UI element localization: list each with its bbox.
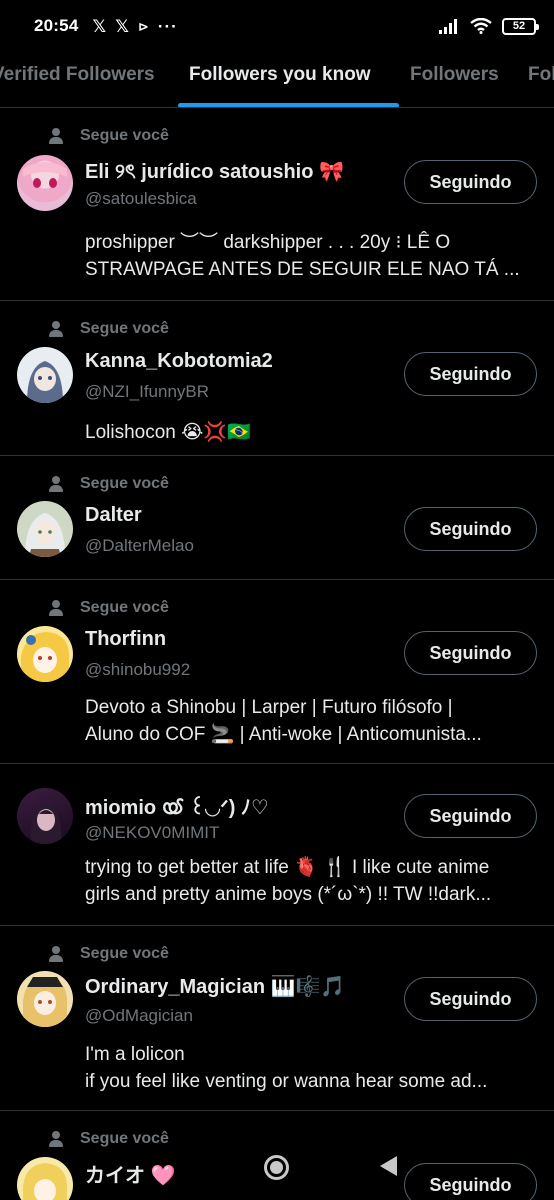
status-bar: 20:54 𝕏 𝕏 ⊳ ··· 52 <box>0 0 554 52</box>
follows-you-row: Segue você <box>48 475 169 493</box>
wifi-icon <box>470 18 492 34</box>
avatar[interactable] <box>17 626 73 682</box>
battery-icon: 52 <box>502 17 539 35</box>
person-icon <box>48 321 64 337</box>
tab-followers-you-know[interactable]: Followers you know <box>189 64 371 86</box>
follows-you-label: Segue você <box>80 127 169 144</box>
avatar[interactable] <box>17 501 73 557</box>
bio-line: girls and pretty anime boys (*´ω`*) !! T… <box>85 884 492 905</box>
follows-you-row: Segue você <box>48 945 169 963</box>
user-handle[interactable]: @OdMagician <box>85 1006 193 1026</box>
list-item[interactable]: Segue você Ordinary_Magician 🎹🎼🎵 @OdMagi… <box>0 926 554 1111</box>
user-handle[interactable]: @satoulesbica <box>85 189 197 209</box>
user-bio: Devoto a Shinobu | Larper | Futuro filós… <box>85 694 537 748</box>
x-logo-icon: 𝕏 <box>115 16 129 36</box>
user-bio: I'm a lolicon if you feel like venting o… <box>85 1041 537 1095</box>
bio-line: if you feel like venting or wanna hear s… <box>85 1071 488 1092</box>
user-name[interactable]: Dalter <box>85 504 142 527</box>
list-item[interactable]: miomio ൕ ꒰◡ᐟ) ﾉ♡ @NEKOV0MIMIT Seguindo t… <box>0 764 554 926</box>
bio-line: proshipper ︶︶ darkshipper . . . 20y ⁝ LÊ… <box>85 232 451 253</box>
follows-you-row: Segue você <box>48 320 169 338</box>
x-logo-icon: 𝕏 <box>92 16 107 36</box>
bio-line: STRAWPAGE ANTES DE SEGUIR ELE NAO TÁ ... <box>85 259 520 280</box>
user-handle[interactable]: @NZI_IfunnyBR <box>85 382 209 402</box>
followers-tabs: Verified Followers Followers you know Fo… <box>0 52 554 108</box>
follows-you-label: Segue você <box>80 320 169 337</box>
user-handle[interactable]: @DalterMelao <box>85 536 194 556</box>
list-item[interactable]: Segue você Thorfinn @shinobu992 Seguindo… <box>0 580 554 764</box>
list-item[interactable]: Segue você Kanna_Kobotomia2 @NZI_IfunnyB… <box>0 301 554 456</box>
tab-verified-followers[interactable]: Verified Followers <box>0 64 155 86</box>
bio-line: trying to get better at life 🫀 🍴 I like … <box>85 857 490 878</box>
following-button[interactable]: Seguindo <box>404 631 537 675</box>
person-icon <box>48 600 64 616</box>
back-nav-icon[interactable] <box>380 1156 397 1176</box>
list-item[interactable]: Segue você Dalter @DalterMelao Seguindo <box>0 456 554 580</box>
user-bio: trying to get better at life 🫀 🍴 I like … <box>85 854 537 908</box>
follows-you-row: Segue você <box>48 1130 169 1148</box>
followers-list: Segue você Eli ୨ৎ jurídico satoushio 🎀 @… <box>0 109 554 1200</box>
following-button[interactable]: Seguindo <box>404 507 537 551</box>
play-icon: ⊳ <box>137 18 149 34</box>
person-icon <box>48 946 64 962</box>
active-tab-indicator <box>178 103 399 107</box>
user-handle[interactable]: @shinobu992 <box>85 660 190 680</box>
bio-line: Lolishocon 😭💢🇧🇷 <box>85 422 251 443</box>
user-handle[interactable]: @NEKOV0MIMIT <box>85 823 219 843</box>
bio-line: Devoto a Shinobu | Larper | Futuro filós… <box>85 697 453 718</box>
user-name[interactable]: Ordinary_Magician 🎹🎼🎵 <box>85 974 345 999</box>
person-icon <box>48 1131 64 1147</box>
battery-level: 52 <box>512 20 526 32</box>
follows-you-label: Segue você <box>80 475 169 492</box>
bio-line: Aluno do COF 🚬 | Anti-woke | Anticomunis… <box>85 724 482 745</box>
status-time: 20:54 <box>34 16 79 35</box>
follows-you-row: Segue você <box>48 599 169 617</box>
avatar[interactable] <box>17 155 73 211</box>
tab-following[interactable]: Following <box>528 64 554 86</box>
follows-you-row: Segue você <box>48 127 169 145</box>
tab-followers[interactable]: Followers <box>410 64 499 86</box>
system-nav-bar <box>0 1148 554 1200</box>
user-name[interactable]: Kanna_Kobotomia2 <box>85 350 273 373</box>
bio-line: I'm a lolicon <box>85 1044 185 1065</box>
user-name[interactable]: Eli ୨ৎ jurídico satoushio 🎀 <box>85 157 344 190</box>
user-bio: Lolishocon 😭💢🇧🇷 <box>85 419 537 446</box>
person-icon <box>48 476 64 492</box>
person-icon <box>48 128 64 144</box>
user-name[interactable]: Thorfinn <box>85 628 166 651</box>
avatar[interactable] <box>17 347 73 403</box>
more-icon: ··· <box>157 16 178 36</box>
following-button[interactable]: Seguindo <box>404 977 537 1021</box>
list-item[interactable]: Segue você Eli ୨ৎ jurídico satoushio 🎀 @… <box>0 109 554 301</box>
user-bio: proshipper ︶︶ darkshipper . . . 20y ⁝ LÊ… <box>85 229 537 283</box>
avatar[interactable] <box>17 788 73 844</box>
follows-you-label: Segue você <box>80 1130 169 1147</box>
following-button[interactable]: Seguindo <box>404 794 537 838</box>
user-name[interactable]: miomio ൕ ꒰◡ᐟ) ﾉ♡ <box>85 791 269 820</box>
avatar[interactable] <box>17 971 73 1027</box>
follows-you-label: Segue você <box>80 945 169 962</box>
follows-you-label: Segue você <box>80 599 169 616</box>
following-button[interactable]: Seguindo <box>404 352 537 396</box>
home-nav-icon[interactable] <box>264 1155 289 1180</box>
signal-icon <box>439 19 457 34</box>
following-button[interactable]: Seguindo <box>404 160 537 204</box>
